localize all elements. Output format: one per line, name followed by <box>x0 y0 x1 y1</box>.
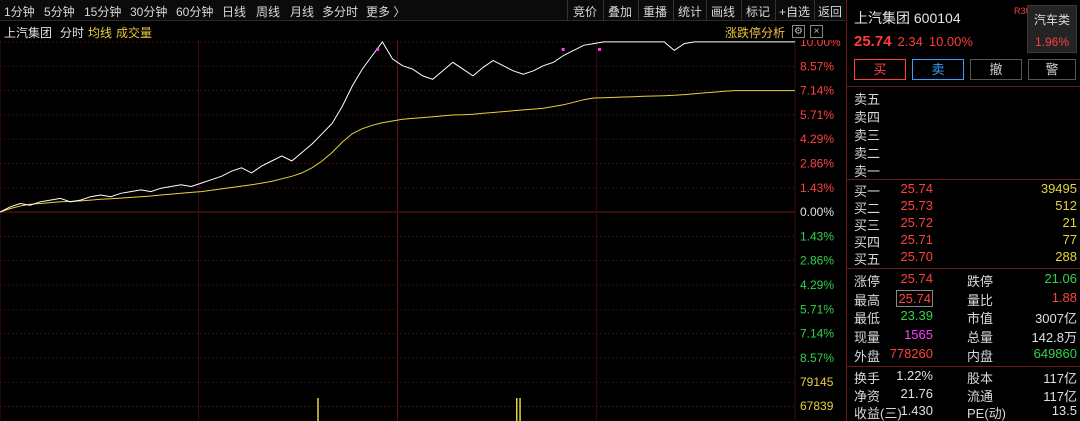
bid-row: 买四 25.71 77 <box>854 232 1077 250</box>
fund-row: 净资 21.76 流通 117亿 <box>854 386 1077 404</box>
bid-row: 买五 25.70 288 <box>854 249 1077 267</box>
period-5min[interactable]: 5分钟 <box>44 3 75 20</box>
price-axis-labels: 10.00% 8.57% 7.14% 5.71% 4.29% 2.86% 1.43% 0.00… <box>800 40 841 365</box>
draw-line-button[interactable]: 画线 <box>711 3 735 20</box>
price-axis-tick: 0.00% <box>800 205 834 219</box>
replay-button[interactable]: 重播 <box>643 3 667 20</box>
back-button[interactable]: 返回 <box>818 3 842 20</box>
chart-grid <box>0 40 796 421</box>
chart-header: 上汽集团 分时 均线 成交量 涨跌停分析 ⚙ × <box>0 22 845 40</box>
sell-button[interactable]: 卖 <box>912 59 964 80</box>
price-change-pct: 10.00% <box>928 34 973 49</box>
price-axis-tick: 10.00% <box>800 40 841 49</box>
trade-marker <box>598 47 602 51</box>
volume-axis-tick: 67839 <box>800 399 834 413</box>
period-more[interactable]: 更多 〉 <box>366 3 405 20</box>
volume-legend: 成交量 <box>116 26 153 40</box>
buy-button[interactable]: 买 <box>854 59 906 80</box>
fund-row: 换手 1.22% 股本 117亿 <box>854 368 1077 386</box>
chart-mode-label: 分时 <box>60 26 85 40</box>
period-30min[interactable]: 30分钟 <box>130 3 167 20</box>
price-summary: 25.74 2.34 10.00% <box>854 33 973 50</box>
volume-axis-labels: 79145 67839 <box>800 375 834 413</box>
stats-row: 最高 25.74 量比 1.88 <box>854 290 1077 308</box>
price-axis-tick: 2.86% <box>800 157 834 171</box>
bid-row: 买二 25.73 512 <box>854 198 1077 216</box>
stats-row: 现量 1565 总量 142.8万 <box>854 327 1077 345</box>
volume-axis-tick: 79145 <box>800 375 834 389</box>
avg-line-legend: 均线 <box>88 26 113 40</box>
trade-markers <box>376 47 602 51</box>
price-axis-tick: 1.43% <box>800 181 834 195</box>
add-watchlist-button[interactable]: +自选 <box>779 3 810 20</box>
call-auction-button[interactable]: 竞价 <box>573 3 597 20</box>
last-price: 25.74 <box>854 33 892 50</box>
ask-row: 卖四 <box>854 110 881 125</box>
chart-stock-name: 上汽集团 <box>4 26 53 40</box>
price-axis-tick: 7.14% <box>800 327 834 341</box>
cancel-order-button[interactable]: 撤 <box>970 59 1022 80</box>
fund-row: 收益(三) 1.430 PE(动) 13.5 <box>854 403 1077 421</box>
trade-marker <box>376 47 380 51</box>
stats-row: 最低 23.39 市值 3007亿 <box>854 308 1077 326</box>
price-change: 2.34 <box>897 34 923 49</box>
bid-row: 买一 25.74 39495 <box>854 181 1077 199</box>
alert-button[interactable]: 警 <box>1028 59 1076 80</box>
price-axis-tick: 4.29% <box>800 132 834 146</box>
stock-title: 上汽集团 600104 <box>854 10 961 26</box>
price-axis-tick: 4.29% <box>800 278 834 292</box>
quote-panel: 上汽集团 600104 R300 汽车类 1.96% 25.74 2.34 10.0… <box>846 0 1080 421</box>
period-multi-intraday[interactable]: 多分时 <box>322 3 358 20</box>
intraday-chart[interactable]: 10.00% 8.57% 7.14% 5.71% 4.29% 2.86% 1.43% 0.00… <box>0 40 845 421</box>
stats-row: 外盘 778260 内盘 649860 <box>854 346 1077 364</box>
limit-analysis-button[interactable]: 涨跌停分析 <box>725 24 785 41</box>
price-axis-tick: 1.43% <box>800 229 834 243</box>
price-axis-tick: 7.14% <box>800 84 834 98</box>
gear-icon[interactable]: ⚙ <box>792 25 805 38</box>
stats-button[interactable]: 统计 <box>678 3 702 20</box>
stats-row: 涨停 25.74 跌停 21.06 <box>854 271 1077 289</box>
price-axis-tick: 8.57% <box>800 59 834 73</box>
overlay-button[interactable]: 叠加 <box>608 3 632 20</box>
sector-box[interactable]: 汽车类 1.96% <box>1027 5 1077 53</box>
period-1min[interactable]: 1分钟 <box>4 3 35 20</box>
ask-row: 卖五 <box>854 92 881 107</box>
ask-row: 卖三 <box>854 128 881 143</box>
trade-marker <box>561 47 565 51</box>
period-weekly[interactable]: 周线 <box>256 3 280 20</box>
ask-row: 卖二 <box>854 146 881 161</box>
period-toolbar: 1分钟 5分钟 15分钟 30分钟 60分钟 日线 周线 月线 多分时 更多 〉… <box>0 0 845 21</box>
sector-name: 汽车类 <box>1033 13 1070 27</box>
price-axis-tick: 8.57% <box>800 351 834 365</box>
bid-row: 买三 25.72 21 <box>854 215 1077 233</box>
period-15min[interactable]: 15分钟 <box>84 3 121 20</box>
close-icon[interactable]: × <box>810 25 823 38</box>
sector-change: 1.96% <box>1034 35 1070 49</box>
ask-row: 卖一 <box>854 164 881 179</box>
period-daily[interactable]: 日线 <box>222 3 246 20</box>
volume-bars <box>317 398 521 421</box>
price-axis-tick: 5.71% <box>800 302 834 316</box>
period-60min[interactable]: 60分钟 <box>176 3 213 20</box>
price-axis-tick: 5.71% <box>800 108 834 122</box>
mark-button[interactable]: 标记 <box>746 3 770 20</box>
period-monthly[interactable]: 月线 <box>290 3 314 20</box>
price-axis-tick: 2.86% <box>800 254 834 268</box>
